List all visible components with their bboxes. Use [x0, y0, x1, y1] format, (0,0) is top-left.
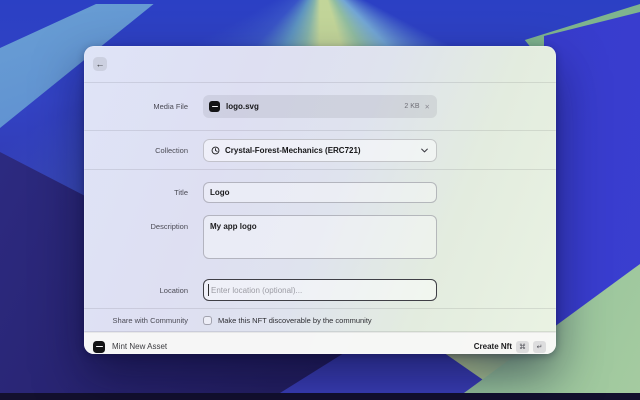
- location-row: Location: [84, 279, 556, 301]
- file-name: logo.svg: [226, 102, 259, 111]
- collection-label: Collection: [84, 146, 188, 155]
- location-label: Location: [84, 286, 188, 295]
- create-nft-button[interactable]: Create Nft: [474, 342, 512, 351]
- arrow-left-icon: ←: [96, 60, 105, 69]
- media-file-row: Media File logo.svg 2 KB ✕: [84, 83, 556, 131]
- fields-section: Title Description My app logo Location: [84, 170, 556, 309]
- description-row: Description My app logo: [84, 215, 556, 264]
- media-file-label: Media File: [84, 102, 188, 111]
- file-size-badge: 2 KB: [404, 103, 419, 110]
- title-label: Title: [84, 188, 188, 197]
- close-icon[interactable]: ✕: [425, 103, 430, 111]
- footer-app-name: Mint New Asset: [112, 342, 167, 351]
- collection-selected-value: Crystal-Forest-Mechanics (ERC721): [225, 146, 361, 155]
- mint-nft-dialog: ← Media File logo.svg 2 KB ✕ Collection: [84, 46, 556, 354]
- dialog-footer: Mint New Asset Create Nft ⌘ ↵: [84, 332, 556, 354]
- share-row: Share with Community Make this NFT disco…: [84, 309, 556, 332]
- command-key-icon: ⌘: [516, 341, 529, 353]
- text-cursor: [208, 284, 209, 296]
- collection-row: Collection Crystal-Forest-Mechanics (ERC…: [84, 131, 556, 170]
- dialog-header: ←: [84, 46, 556, 83]
- location-input[interactable]: [203, 279, 437, 301]
- description-label: Description: [84, 215, 188, 231]
- chevron-down-icon: [421, 148, 428, 153]
- logo-file-icon: [209, 101, 220, 112]
- share-label: Share with Community: [84, 316, 188, 325]
- return-key-icon: ↵: [533, 341, 546, 353]
- media-file-chip[interactable]: logo.svg 2 KB ✕: [203, 95, 437, 118]
- wallpaper-bottom-strip: [0, 393, 640, 400]
- clock-icon: [211, 146, 220, 155]
- title-input[interactable]: [203, 182, 437, 203]
- share-checkbox-text: Make this NFT discoverable by the commun…: [218, 316, 372, 325]
- collection-select[interactable]: Crystal-Forest-Mechanics (ERC721): [203, 139, 437, 162]
- share-checkbox[interactable]: [203, 316, 212, 325]
- back-button[interactable]: ←: [93, 57, 107, 71]
- desktop: ← Media File logo.svg 2 KB ✕ Collection: [0, 0, 640, 400]
- title-row: Title: [84, 182, 556, 203]
- app-logo-icon: [93, 341, 105, 353]
- description-textarea[interactable]: My app logo: [203, 215, 437, 259]
